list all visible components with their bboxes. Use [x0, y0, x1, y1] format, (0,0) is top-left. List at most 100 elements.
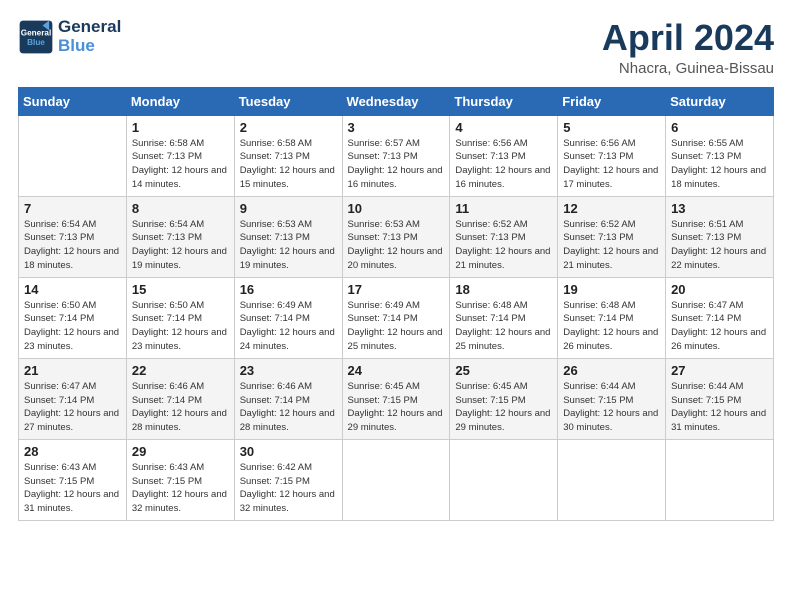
title-month: April 2024: [602, 18, 774, 58]
day-info: Sunrise: 6:45 AMSunset: 7:15 PMDaylight:…: [348, 380, 445, 435]
day-info: Sunrise: 6:58 AMSunset: 7:13 PMDaylight:…: [132, 137, 229, 192]
day-number: 19: [563, 282, 660, 297]
day-info: Sunrise: 6:57 AMSunset: 7:13 PMDaylight:…: [348, 137, 445, 192]
calendar-cell: 24 Sunrise: 6:45 AMSunset: 7:15 PMDayligh…: [342, 358, 450, 439]
calendar-cell: 11 Sunrise: 6:52 AMSunset: 7:13 PMDayligh…: [450, 196, 558, 277]
calendar-week-row: 21 Sunrise: 6:47 AMSunset: 7:14 PMDayligh…: [19, 358, 774, 439]
weekday-header-saturday: Saturday: [666, 87, 774, 115]
day-info: Sunrise: 6:47 AMSunset: 7:14 PMDaylight:…: [24, 380, 121, 435]
svg-text:General: General: [21, 28, 51, 37]
weekday-header-wednesday: Wednesday: [342, 87, 450, 115]
day-info: Sunrise: 6:58 AMSunset: 7:13 PMDaylight:…: [240, 137, 337, 192]
calendar-cell: 3Sunrise: 6:57 AMSunset: 7:13 PMDaylight…: [342, 115, 450, 196]
calendar-cell: [19, 115, 127, 196]
day-info: Sunrise: 6:43 AMSunset: 7:15 PMDaylight:…: [24, 461, 121, 516]
day-number: 15: [132, 282, 229, 297]
day-number: 22: [132, 363, 229, 378]
day-number: 21: [24, 363, 121, 378]
day-number: 9: [240, 201, 337, 216]
day-info: Sunrise: 6:49 AMSunset: 7:14 PMDaylight:…: [240, 299, 337, 354]
calendar-cell: 28 Sunrise: 6:43 AMSunset: 7:15 PMDayligh…: [19, 439, 127, 520]
day-number: 18: [455, 282, 552, 297]
calendar-cell: 25Sunrise: 6:45 AMSunset: 7:15 PMDayligh…: [450, 358, 558, 439]
day-info: Sunrise: 6:55 AMSunset: 7:13 PMDaylight:…: [671, 137, 768, 192]
day-number: 30: [240, 444, 337, 459]
calendar-cell: 19 Sunrise: 6:48 AMSunset: 7:14 PMDayligh…: [558, 277, 666, 358]
weekday-header-monday: Monday: [126, 87, 234, 115]
day-info: Sunrise: 6:43 AMSunset: 7:15 PMDaylight:…: [132, 461, 229, 516]
calendar-cell: 18Sunrise: 6:48 AMSunset: 7:14 PMDayligh…: [450, 277, 558, 358]
calendar-cell: 30 Sunrise: 6:42 AMSunset: 7:15 PMDayligh…: [234, 439, 342, 520]
weekday-header-sunday: Sunday: [19, 87, 127, 115]
day-info: Sunrise: 6:51 AMSunset: 7:13 PMDaylight:…: [671, 218, 768, 273]
weekday-header-row: SundayMondayTuesdayWednesdayThursdayFrid…: [19, 87, 774, 115]
calendar-cell: 6Sunrise: 6:55 AMSunset: 7:13 PMDaylight…: [666, 115, 774, 196]
weekday-header-friday: Friday: [558, 87, 666, 115]
page: General Blue General Blue April 2024 Nha…: [0, 0, 792, 612]
calendar-cell: 17Sunrise: 6:49 AMSunset: 7:14 PMDayligh…: [342, 277, 450, 358]
calendar-cell: 20 Sunrise: 6:47 AMSunset: 7:14 PMDayligh…: [666, 277, 774, 358]
calendar-cell: [450, 439, 558, 520]
day-number: 13: [671, 201, 768, 216]
day-info: Sunrise: 6:44 AMSunset: 7:15 PMDaylight:…: [671, 380, 768, 435]
day-info: Sunrise: 6:42 AMSunset: 7:15 PMDaylight:…: [240, 461, 337, 516]
calendar-cell: 8Sunrise: 6:54 AMSunset: 7:13 PMDaylight…: [126, 196, 234, 277]
calendar-cell: 12Sunrise: 6:52 AMSunset: 7:13 PMDayligh…: [558, 196, 666, 277]
day-info: Sunrise: 6:46 AMSunset: 7:14 PMDaylight:…: [132, 380, 229, 435]
day-number: 1: [132, 120, 229, 135]
day-number: 28: [24, 444, 121, 459]
day-info: Sunrise: 6:44 AMSunset: 7:15 PMDaylight:…: [563, 380, 660, 435]
calendar-cell: 26 Sunrise: 6:44 AMSunset: 7:15 PMDayligh…: [558, 358, 666, 439]
day-number: 27: [671, 363, 768, 378]
calendar-cell: 5 Sunrise: 6:56 AMSunset: 7:13 PMDaylight…: [558, 115, 666, 196]
calendar-cell: 16 Sunrise: 6:49 AMSunset: 7:14 PMDayligh…: [234, 277, 342, 358]
day-number: 5: [563, 120, 660, 135]
calendar-cell: 10 Sunrise: 6:53 AMSunset: 7:13 PMDayligh…: [342, 196, 450, 277]
day-info: Sunrise: 6:54 AMSunset: 7:13 PMDaylight:…: [24, 218, 121, 273]
day-info: Sunrise: 6:50 AMSunset: 7:14 PMDaylight:…: [132, 299, 229, 354]
logo-text: General Blue: [58, 18, 121, 55]
calendar-cell: [558, 439, 666, 520]
title-area: April 2024 Nhacra, Guinea-Bissau: [602, 18, 774, 77]
calendar-week-row: 14 Sunrise: 6:50 AMSunset: 7:14 PMDayligh…: [19, 277, 774, 358]
calendar-week-row: 28 Sunrise: 6:43 AMSunset: 7:15 PMDayligh…: [19, 439, 774, 520]
header: General Blue General Blue April 2024 Nha…: [18, 18, 774, 77]
calendar-cell: 2 Sunrise: 6:58 AMSunset: 7:13 PMDaylight…: [234, 115, 342, 196]
day-info: Sunrise: 6:56 AMSunset: 7:13 PMDaylight:…: [563, 137, 660, 192]
day-number: 14: [24, 282, 121, 297]
day-info: Sunrise: 6:47 AMSunset: 7:14 PMDaylight:…: [671, 299, 768, 354]
calendar-cell: [666, 439, 774, 520]
calendar-week-row: 7 Sunrise: 6:54 AMSunset: 7:13 PMDaylight…: [19, 196, 774, 277]
svg-text:Blue: Blue: [27, 38, 45, 47]
day-info: Sunrise: 6:48 AMSunset: 7:14 PMDaylight:…: [563, 299, 660, 354]
calendar-cell: 14 Sunrise: 6:50 AMSunset: 7:14 PMDayligh…: [19, 277, 127, 358]
day-number: 16: [240, 282, 337, 297]
calendar-cell: 27 Sunrise: 6:44 AMSunset: 7:15 PMDayligh…: [666, 358, 774, 439]
day-info: Sunrise: 6:52 AMSunset: 7:13 PMDaylight:…: [563, 218, 660, 273]
day-number: 7: [24, 201, 121, 216]
day-info: Sunrise: 6:52 AMSunset: 7:13 PMDaylight:…: [455, 218, 552, 273]
day-number: 25: [455, 363, 552, 378]
calendar-cell: 15 Sunrise: 6:50 AMSunset: 7:14 PMDayligh…: [126, 277, 234, 358]
day-number: 2: [240, 120, 337, 135]
calendar-cell: 13 Sunrise: 6:51 AMSunset: 7:13 PMDayligh…: [666, 196, 774, 277]
day-number: 26: [563, 363, 660, 378]
day-number: 24: [348, 363, 445, 378]
calendar-cell: 21 Sunrise: 6:47 AMSunset: 7:14 PMDayligh…: [19, 358, 127, 439]
day-info: Sunrise: 6:54 AMSunset: 7:13 PMDaylight:…: [132, 218, 229, 273]
calendar-cell: 1 Sunrise: 6:58 AMSunset: 7:13 PMDaylight…: [126, 115, 234, 196]
day-number: 11: [455, 201, 552, 216]
day-number: 17: [348, 282, 445, 297]
calendar-cell: 22 Sunrise: 6:46 AMSunset: 7:14 PMDayligh…: [126, 358, 234, 439]
day-info: Sunrise: 6:46 AMSunset: 7:14 PMDaylight:…: [240, 380, 337, 435]
calendar-cell: 4Sunrise: 6:56 AMSunset: 7:13 PMDaylight…: [450, 115, 558, 196]
calendar-week-row: 1 Sunrise: 6:58 AMSunset: 7:13 PMDaylight…: [19, 115, 774, 196]
day-info: Sunrise: 6:50 AMSunset: 7:14 PMDaylight:…: [24, 299, 121, 354]
day-info: Sunrise: 6:53 AMSunset: 7:13 PMDaylight:…: [348, 218, 445, 273]
day-info: Sunrise: 6:53 AMSunset: 7:13 PMDaylight:…: [240, 218, 337, 273]
calendar-cell: [342, 439, 450, 520]
weekday-header-tuesday: Tuesday: [234, 87, 342, 115]
day-number: 20: [671, 282, 768, 297]
day-info: Sunrise: 6:56 AMSunset: 7:13 PMDaylight:…: [455, 137, 552, 192]
day-number: 10: [348, 201, 445, 216]
